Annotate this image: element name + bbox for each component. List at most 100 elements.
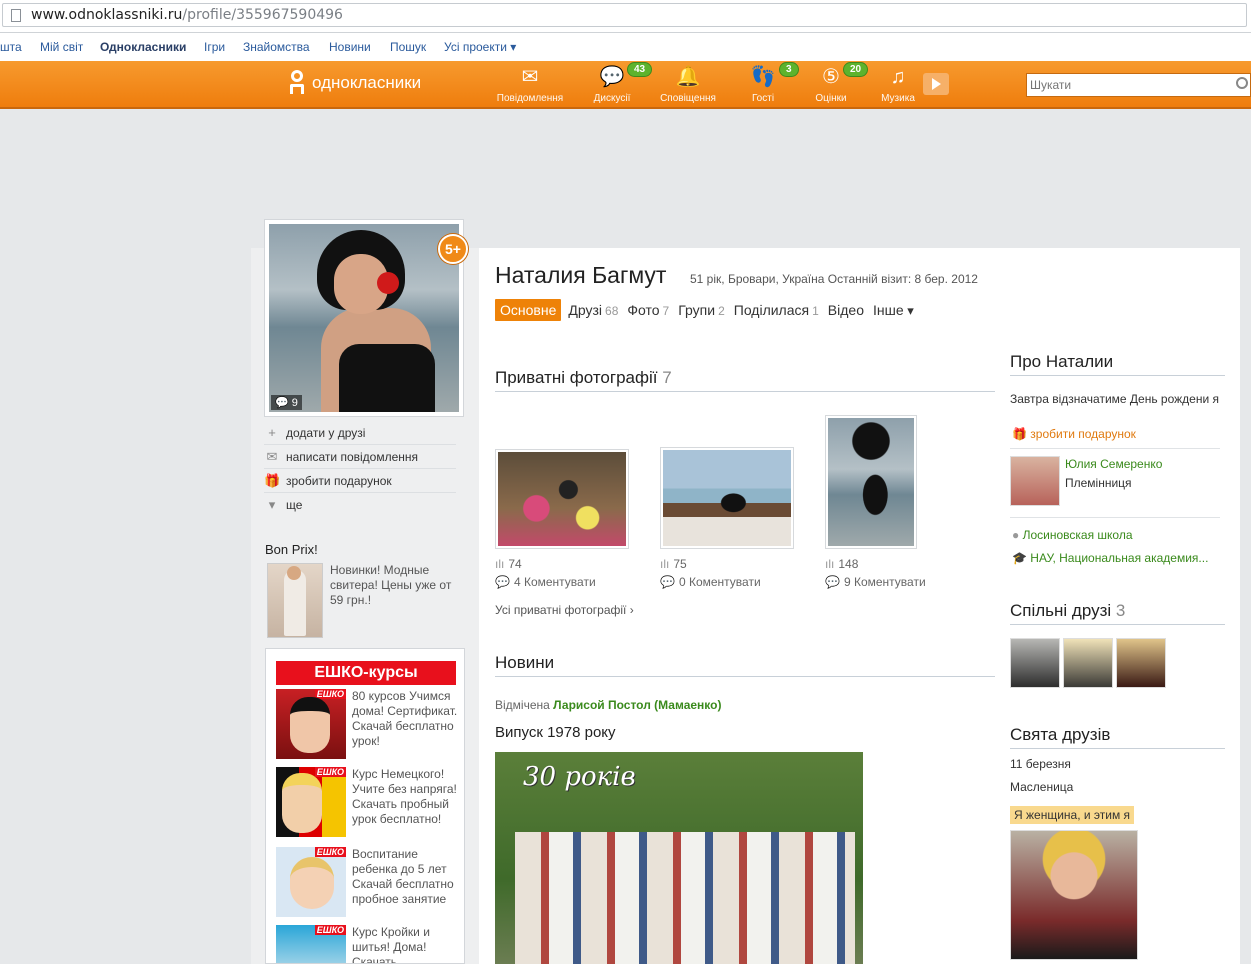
news-photo[interactable]: 30 років [495, 752, 863, 964]
nav-messages[interactable]: ✉ Повідомлення [493, 65, 567, 104]
eshko-ad-block: ЕШКО-курсы ЕШКО 80 курсов Учимся дома! С… [265, 648, 465, 964]
ok-logo-icon [288, 70, 306, 96]
friends-holidays-title: Свята друзів [1010, 725, 1111, 744]
news-title: Новини [495, 653, 555, 672]
logo-text: однокласники [312, 73, 422, 92]
main-header: однокласники ✉ Повідомлення 💬 Дискусії 4… [0, 61, 1251, 109]
page-icon [11, 9, 21, 22]
gift-icon: 🎁 [264, 472, 281, 488]
section-divider [495, 676, 995, 677]
university-link[interactable]: 🎓 НАУ, Национальная академия... [1012, 551, 1208, 565]
five-plus-badge[interactable]: 5+ [438, 234, 468, 264]
holiday-tag[interactable]: Я женщина, и этим я [1010, 806, 1135, 824]
photo-1-comments[interactable]: 💬 4 Коментувати [495, 575, 596, 589]
envelope-icon: ✉ [521, 66, 539, 88]
eshko-ad-item[interactable]: ЕШКО Курс Кройки и шитья! Дома! Скачать [276, 925, 458, 963]
toplink-dating[interactable]: Знайомства [243, 40, 310, 54]
birthday-notice: Завтра відзначатиме День рождени я [1010, 392, 1220, 406]
tab-more[interactable]: Інше [873, 302, 914, 319]
private-photos-title[interactable]: Приватні фотографії 7 [495, 368, 672, 388]
plus-icon: + [268, 425, 276, 440]
comment-icon: 💬 [495, 575, 510, 589]
divider [1010, 517, 1220, 518]
avatar-comments-count[interactable]: 💬 9 [271, 395, 302, 410]
bar-chart-icon: ılı [660, 557, 670, 571]
toplink-my-world[interactable]: Мій світ [40, 40, 83, 54]
profile-avatar[interactable]: 💬 9 [264, 219, 464, 417]
tab-friends[interactable]: Друзі 68 [568, 302, 618, 318]
graduation-cap-icon: 🎓 [1012, 551, 1027, 565]
toplink-mail[interactable]: шта [0, 40, 22, 54]
photo-2-comments[interactable]: 💬 0 Коментувати [660, 575, 761, 589]
mutual-friends-title[interactable]: Спільні друзі 3 [1010, 601, 1125, 621]
tab-groups[interactable]: Групи 2 [678, 302, 725, 318]
toplink-news[interactable]: Новини [329, 40, 371, 54]
tab-main[interactable]: Основне [495, 299, 562, 321]
bar-chart-icon: ılı [495, 557, 505, 571]
school-link[interactable]: ● Лосиновская школа [1012, 528, 1133, 542]
mutual-friend-avatar[interactable] [1116, 638, 1166, 688]
triangle-down-icon: ▾ [268, 497, 276, 512]
private-photo-3[interactable] [825, 415, 917, 549]
all-private-photos-link[interactable]: Усі приватні фотографії › [495, 603, 634, 617]
about-title: Про Наталии [1010, 352, 1114, 371]
news-text: Випуск 1978 року [495, 724, 616, 741]
envelope-icon: ✉ [266, 448, 278, 464]
relative-avatar[interactable] [1010, 456, 1060, 506]
profile-meta: 51 рік, Бровари, Україна Останній візит:… [690, 272, 978, 286]
section-divider [1010, 375, 1225, 376]
mutual-friend-avatar[interactable] [1063, 638, 1113, 688]
eshko-ad-title[interactable]: ЕШКО-курсы [276, 661, 456, 685]
holiday-date: 11 березня [1010, 757, 1071, 771]
news-photo-caption: 30 років [523, 762, 636, 792]
photo-3-comments[interactable]: 💬 9 Коментувати [825, 575, 926, 589]
news-tagged-by: Відмічена Ларисой Постол (Мамаенко) [495, 698, 722, 712]
search-input[interactable] [1027, 74, 1227, 96]
bonprix-ad-title[interactable]: Bon Prix! [265, 542, 318, 557]
gift-link[interactable]: 🎁 зробити подарунок [1012, 427, 1136, 441]
more-actions-button[interactable]: ▾ ще [264, 493, 456, 517]
photo-2-views: ılı 75 [660, 557, 687, 571]
video-play-icon[interactable] [923, 73, 949, 95]
eshko-ad-item[interactable]: ЕШКО Воспитание ребенка до 5 лет Скачай … [276, 847, 458, 925]
private-photo-2[interactable] [660, 447, 794, 549]
write-message-button[interactable]: ✉ написати повідомлення [264, 445, 456, 469]
bonprix-ad-text[interactable]: Новинки! Модные свитера! Цены уже от 59 … [330, 563, 460, 608]
divider [1010, 448, 1220, 449]
url-field[interactable]: www.odnoklassniki.ru/profile/35596759049… [2, 3, 1247, 27]
search-icon[interactable] [1236, 77, 1248, 89]
site-logo[interactable]: однокласники [288, 70, 421, 96]
tab-photos[interactable]: Фото 7 [627, 302, 669, 318]
section-divider [1010, 624, 1225, 625]
private-photo-1[interactable] [495, 449, 629, 549]
tab-video[interactable]: Відео [828, 302, 864, 318]
avatar-photo[interactable]: 💬 9 [269, 224, 459, 412]
make-gift-button[interactable]: 🎁 зробити подарунок [264, 469, 456, 493]
tab-shared[interactable]: Поділилася 1 [734, 302, 819, 318]
top-links-bar: шта Мій світ Однокласники Ігри Знайомств… [0, 33, 1251, 61]
photo-3-views: ılı 148 [825, 557, 859, 571]
add-friend-button[interactable]: + додати у друзі [264, 421, 456, 445]
toplink-all-projects[interactable]: Усі проекти ▾ [444, 40, 516, 54]
mutual-friend-avatar[interactable] [1010, 638, 1060, 688]
bonprix-ad-image[interactable] [267, 563, 323, 638]
relative-name-link[interactable]: Юлия Семеренко [1065, 457, 1162, 471]
toplink-search[interactable]: Пошук [390, 40, 426, 54]
profile-tabs: Основне Друзі 68 Фото 7 Групи 2 Поділилася 1… [495, 298, 923, 322]
profile-actions: + додати у друзі ✉ написати повідомлення 🎁… [264, 421, 456, 517]
section-divider [1010, 748, 1225, 749]
tagged-by-link[interactable]: Ларисой Постол (Мамаенко) [553, 698, 721, 712]
eshko-ad-item[interactable]: ЕШКО Курс Немецкого! Учите без напряга! … [276, 767, 458, 845]
eshko-ad-item[interactable]: ЕШКО 80 курсов Учимся дома! Сертификат. … [276, 689, 458, 767]
holiday-friend-avatar[interactable] [1010, 830, 1138, 960]
school-icon: ● [1012, 528, 1020, 542]
toplink-games[interactable]: Ігри [204, 40, 225, 54]
bell-icon: 🔔 [675, 66, 701, 88]
section-divider [495, 391, 995, 392]
comment-icon: 💬 [825, 575, 840, 589]
browser-address-bar: www.odnoklassniki.ru/profile/35596759049… [0, 0, 1251, 33]
nav-notifications[interactable]: 🔔 Сповіщення [651, 65, 725, 104]
toplink-odnoklassniki[interactable]: Однокласники [100, 40, 186, 54]
gift-icon: 🎁 [1012, 427, 1027, 441]
relative-role: Племінниця [1065, 476, 1132, 490]
